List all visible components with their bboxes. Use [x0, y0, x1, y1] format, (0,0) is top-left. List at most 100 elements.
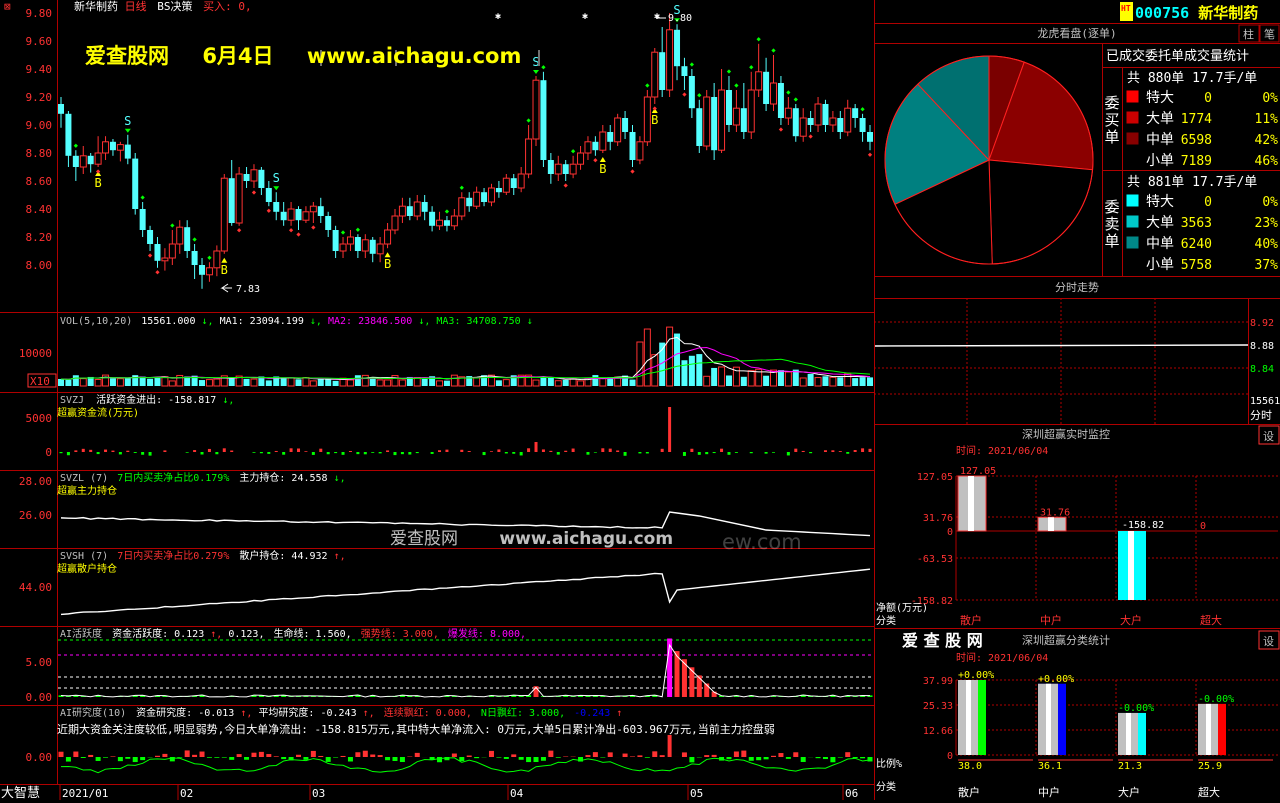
- svzj-panel[interactable]: SVZJ 活跃资金进出: -158.817 ↓, 超赢资金流(万元) 5000 …: [26, 393, 872, 459]
- candle-body: [563, 164, 569, 174]
- svzj-bar: [572, 449, 575, 452]
- vol-bar: [637, 342, 643, 386]
- svzl-part2: 主力持仓: 24.558: [239, 471, 327, 484]
- row-value: 1774: [1181, 112, 1212, 127]
- svzj-bar: [201, 452, 204, 454]
- svzj-bar: [297, 448, 300, 452]
- cl-category: 散户: [958, 785, 980, 799]
- svzj-bar: [505, 452, 508, 453]
- candle-body: [689, 76, 695, 108]
- svzj-bar: [431, 452, 434, 454]
- cl-tick: 25.33: [923, 701, 953, 712]
- rt-bar-shine: [1128, 531, 1134, 600]
- candle-body: [288, 209, 294, 220]
- candle-body: [629, 132, 635, 160]
- svzj-bar: [401, 452, 404, 454]
- candle-body: [815, 104, 821, 125]
- research-bar: [185, 750, 190, 757]
- rt-category: 大户: [1120, 613, 1142, 627]
- cl-tick: 12.66: [923, 726, 953, 737]
- vol-bar: [533, 380, 539, 386]
- sell-side-label-char: 卖: [1104, 215, 1119, 233]
- candle-body: [132, 159, 138, 209]
- candle-body: [785, 108, 791, 118]
- svzj-bar: [586, 452, 589, 455]
- research-bar: [133, 757, 138, 762]
- svzj-bar: [134, 452, 137, 453]
- intraday-price-1: 8.92: [1250, 318, 1274, 329]
- candle-body: [296, 209, 302, 220]
- svzj-bar: [490, 451, 493, 452]
- buy-side-label: 委买单: [1104, 94, 1119, 146]
- stock-code: 000756: [1135, 4, 1189, 22]
- research-bar: [378, 755, 383, 757]
- intraday-price-line: [875, 345, 1248, 346]
- class-settings-label: 设: [1263, 635, 1274, 648]
- row-name: 大单: [1146, 215, 1174, 231]
- candle-body: [607, 132, 613, 142]
- research-bar: [237, 754, 242, 757]
- candle-body: [362, 240, 368, 251]
- candle-body: [355, 237, 361, 251]
- corner-marker[interactable]: ⊠: [4, 0, 11, 13]
- main-price-panel[interactable]: ⊠ 新华制药 日线 BS决策 买入: 0, 9.809.609.409.209.…: [4, 0, 873, 295]
- svsh-line: [61, 569, 870, 614]
- research-bar: [333, 757, 338, 758]
- volume-panel[interactable]: VOL(5,10,20) 15561.000 ↓, MA1: 23094.199…: [19, 316, 873, 388]
- vol-value: 15561.000: [141, 316, 195, 327]
- research-bar: [534, 757, 539, 762]
- pie-slice: [989, 160, 1093, 264]
- buy-side-label-char: 委: [1104, 94, 1119, 112]
- vol-bar: [399, 380, 405, 386]
- indicator-label: BS决策: [157, 0, 192, 13]
- dot-signal: [593, 158, 597, 162]
- vol-bar: [325, 379, 331, 386]
- svzl-part1: 7日内买卖净占比0.179%: [117, 471, 229, 484]
- candle-body: [95, 153, 101, 164]
- candle-body: [748, 90, 754, 132]
- vol-bar: [303, 378, 309, 386]
- svzj-bar: [89, 450, 92, 452]
- research-line: [61, 758, 870, 773]
- candle-body: [281, 212, 287, 220]
- vol-bar: [422, 379, 428, 386]
- dot-signal: [237, 228, 241, 232]
- svzj-bar: [683, 452, 686, 456]
- research-bar: [303, 757, 308, 760]
- chart-canvas[interactable]: ⊠ 新华制药 日线 BS决策 买入: 0, 9.809.609.409.209.…: [0, 0, 1280, 800]
- svzj-bar: [690, 449, 693, 452]
- row-value: 0: [1204, 195, 1212, 210]
- vol-bar: [800, 378, 806, 386]
- svzl-panel[interactable]: SVZL (7) 7日内买卖净占比0.179% 主力持仓: 24.558 ↓, …: [19, 471, 870, 536]
- research-bar: [125, 757, 130, 759]
- left-footer[interactable]: 大智慧: [1, 785, 40, 800]
- svzj-bar: [319, 449, 322, 452]
- buy-marker: B: [599, 162, 606, 176]
- candle-body: [162, 258, 168, 261]
- sell-marker: S: [273, 171, 280, 185]
- buy-marker: B: [221, 263, 228, 277]
- candle-body: [771, 83, 777, 104]
- research-bar: [749, 757, 754, 761]
- dot-signal: [311, 225, 315, 229]
- ai-t5: 爆发线: 8.000,: [448, 627, 526, 640]
- research-panel[interactable]: AI研究度(10) 资金研究度: -0.013 ↑, 平均研究度: -0.243…: [26, 706, 873, 773]
- svsh-panel[interactable]: SVSH (7) 7日内买卖净占比0.279% 散户持仓: 44.932 ↑, …: [19, 549, 870, 614]
- candle-body: [65, 114, 71, 156]
- row-value: 3563: [1181, 216, 1212, 231]
- vol-bar: [778, 370, 784, 386]
- rt-tick: 31.76: [923, 513, 953, 524]
- svzj-bar: [869, 449, 872, 452]
- candle-body: [177, 227, 183, 244]
- vol-bar: [704, 376, 710, 386]
- candle-body: [214, 251, 220, 268]
- svzj-bar: [727, 452, 730, 455]
- svzj-sub: 超赢资金流(万元): [57, 406, 139, 419]
- svzj-bar: [765, 452, 768, 454]
- svzj-bar: [275, 451, 278, 452]
- high-annotation: 9.80: [656, 13, 692, 24]
- candle-body: [681, 66, 687, 76]
- research-bar: [860, 757, 865, 758]
- dot-signal: [771, 48, 775, 52]
- ai-activity-panel[interactable]: AI活跃度 资金活跃度: 0.123 ↑, 0.123, 生命线: 1.560,…: [26, 627, 875, 704]
